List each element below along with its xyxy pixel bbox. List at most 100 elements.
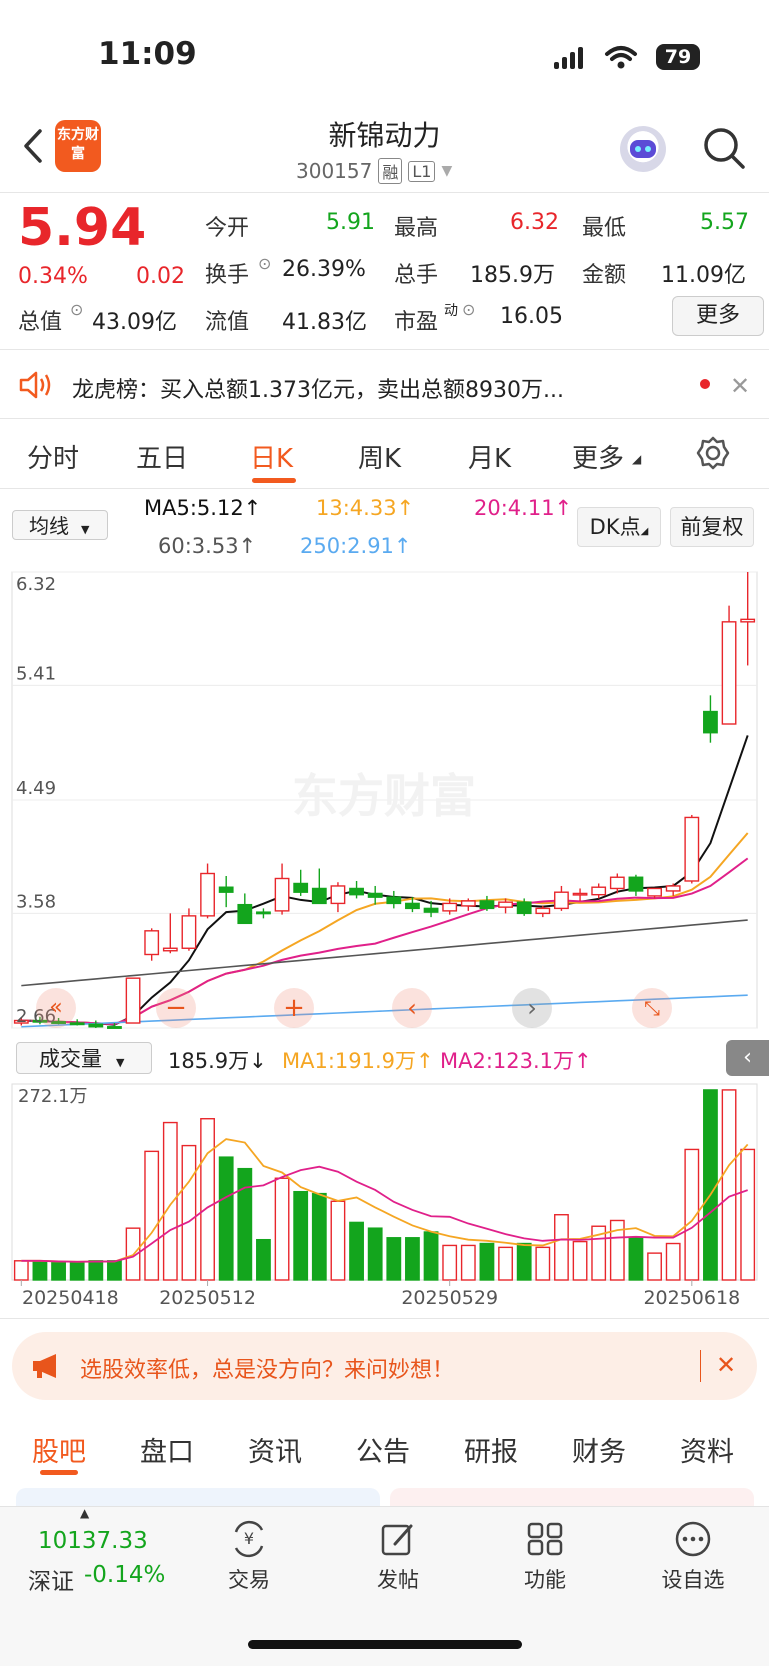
status-time: 11:09 [98, 36, 197, 72]
volume-bar [572, 1240, 588, 1281]
margin-tag: 融 [378, 158, 403, 184]
candle-body [237, 903, 253, 925]
nav-trade[interactable]: ¥ 交易 [194, 1520, 304, 1594]
candle-body [256, 911, 271, 915]
tab-five-day[interactable]: 五日 [136, 438, 188, 475]
gear-icon[interactable] [696, 436, 730, 474]
kline-chart[interactable]: 东方财富 6.325.414.493.582.66 [0, 562, 769, 1042]
assistant-robot-icon[interactable] [620, 126, 666, 172]
volume-current: 185.9万↓ [168, 1049, 267, 1073]
candle-body [423, 907, 439, 913]
y-tick-label: 6.32 [16, 574, 56, 595]
notice-text[interactable]: 龙虎榜：买入总额1.373亿元，卖出总额8930万... [72, 372, 564, 404]
mktcap-label: 总值 [18, 310, 63, 335]
collapse-icon[interactable]: ‹ [726, 1040, 769, 1076]
tab-news[interactable]: 资讯 [248, 1430, 302, 1469]
info-dots-icon[interactable]: ⊙ [258, 254, 271, 273]
volume-bar [51, 1262, 66, 1281]
change-percent: 0.34% [18, 264, 88, 289]
y-tick-label: 4.49 [16, 778, 56, 799]
first-page-icon[interactable]: « [36, 988, 76, 1028]
candle-body [498, 901, 513, 908]
nav-post[interactable]: 发帖 [343, 1520, 453, 1594]
nav-functions[interactable]: 功能 [490, 1520, 600, 1594]
volume-bar [274, 1177, 290, 1281]
signal-icon [552, 46, 588, 74]
tab-profile[interactable]: 资料 [680, 1430, 734, 1469]
tab-research[interactable]: 研报 [464, 1430, 518, 1469]
speaker-icon [18, 370, 54, 404]
info-dots-icon[interactable]: ⊙ [70, 300, 83, 319]
tab-pankou[interactable]: 盘口 [140, 1430, 194, 1469]
float-value: 41.83亿 [282, 310, 367, 335]
prev-icon[interactable]: ‹ [392, 988, 432, 1028]
tab-guba[interactable]: 股吧 [32, 1430, 86, 1469]
amount-label: 金额 [582, 263, 627, 288]
volume-bar [237, 1167, 253, 1281]
candle-body [721, 621, 737, 725]
tab-intraday[interactable]: 分时 [27, 438, 79, 475]
volume-bar [554, 1214, 569, 1281]
caret-up-icon: ▲ [80, 1506, 90, 1520]
candle-body [535, 907, 551, 915]
divider [700, 1350, 701, 1382]
index-change[interactable]: -0.14% [84, 1562, 165, 1588]
zoom-in-icon[interactable]: + [274, 988, 314, 1028]
candle-body [665, 885, 681, 892]
stock-code: 300157 [296, 159, 373, 183]
fullscreen-icon[interactable]: ⤡ [632, 988, 672, 1028]
volume-chart[interactable]: 272.1万 20250418 20250512 20250529 20250618 [0, 1076, 769, 1312]
more-button[interactable]: 更多 [672, 296, 764, 336]
tab-active-indicator [252, 478, 296, 483]
ma-dropdown-label: 均线 [29, 514, 69, 538]
volume-bar [293, 1190, 309, 1281]
volume-value: 185.9万 [470, 263, 555, 288]
volume-max-label: 272.1万 [18, 1086, 88, 1107]
next-icon[interactable]: › [512, 988, 552, 1028]
index-value[interactable]: 10137.33 [38, 1528, 148, 1554]
tab-more[interactable]: 更多 [572, 438, 624, 475]
caret-down-icon: ▼ [81, 523, 90, 536]
volume-bar [460, 1244, 476, 1281]
tab-active-indicator [40, 1470, 78, 1475]
candle-body [572, 892, 588, 896]
tab-finance[interactable]: 财务 [572, 1430, 626, 1469]
x-tick-label: 20250529 [401, 1287, 498, 1309]
tab-announcements[interactable]: 公告 [356, 1430, 410, 1469]
candle-body [628, 876, 644, 892]
candle-body [591, 886, 607, 896]
x-tick-label: 20250512 [159, 1287, 256, 1309]
search-icon[interactable] [700, 124, 748, 172]
volume-bar [200, 1118, 215, 1281]
indicator-dropdown[interactable]: 成交量 ▼ [16, 1042, 152, 1074]
pe-value: 16.05 [500, 304, 563, 329]
volume-bar [498, 1246, 513, 1281]
stock-code-row[interactable]: 300157 融 L1 ▼ [296, 158, 452, 184]
nav-watchlist[interactable]: 设自选 [638, 1520, 748, 1594]
volume-bar [162, 1121, 178, 1281]
tab-daily-k[interactable]: 日K [250, 438, 293, 475]
ma-type-dropdown[interactable]: 均线 ▼ [12, 510, 108, 540]
grid-icon [527, 1522, 563, 1556]
tab-monthly-k[interactable]: 月K [468, 438, 511, 475]
volume-ma1: MA1:191.9万↑ [282, 1049, 434, 1073]
card-peek-right [390, 1488, 754, 1506]
adjust-button[interactable]: 前复权 [670, 507, 754, 547]
zoom-out-icon[interactable]: − [156, 988, 196, 1028]
index-name[interactable]: 深证 [28, 1562, 74, 1596]
ma13-value: 13:4.33↑ [316, 496, 415, 520]
candle-body [479, 900, 495, 910]
promo-text[interactable]: 选股效率低，总是没方向？来问妙想！ [80, 1352, 454, 1384]
unread-dot-icon [700, 379, 710, 389]
card-peek-left [16, 1488, 380, 1506]
tab-weekly-k[interactable]: 周K [358, 438, 401, 475]
dk-point-button[interactable]: DK点◢ [577, 507, 661, 547]
info-dots-icon[interactable]: ⊙ [462, 300, 475, 319]
turnover-value: 26.39% [282, 257, 366, 282]
candle-body [144, 930, 160, 956]
x-tick-label: 20250418 [22, 1287, 119, 1309]
volume-bar [703, 1089, 718, 1281]
close-icon[interactable]: ✕ [716, 1351, 736, 1379]
close-icon[interactable]: ✕ [730, 372, 750, 400]
y-tick-label: 5.41 [16, 663, 56, 684]
